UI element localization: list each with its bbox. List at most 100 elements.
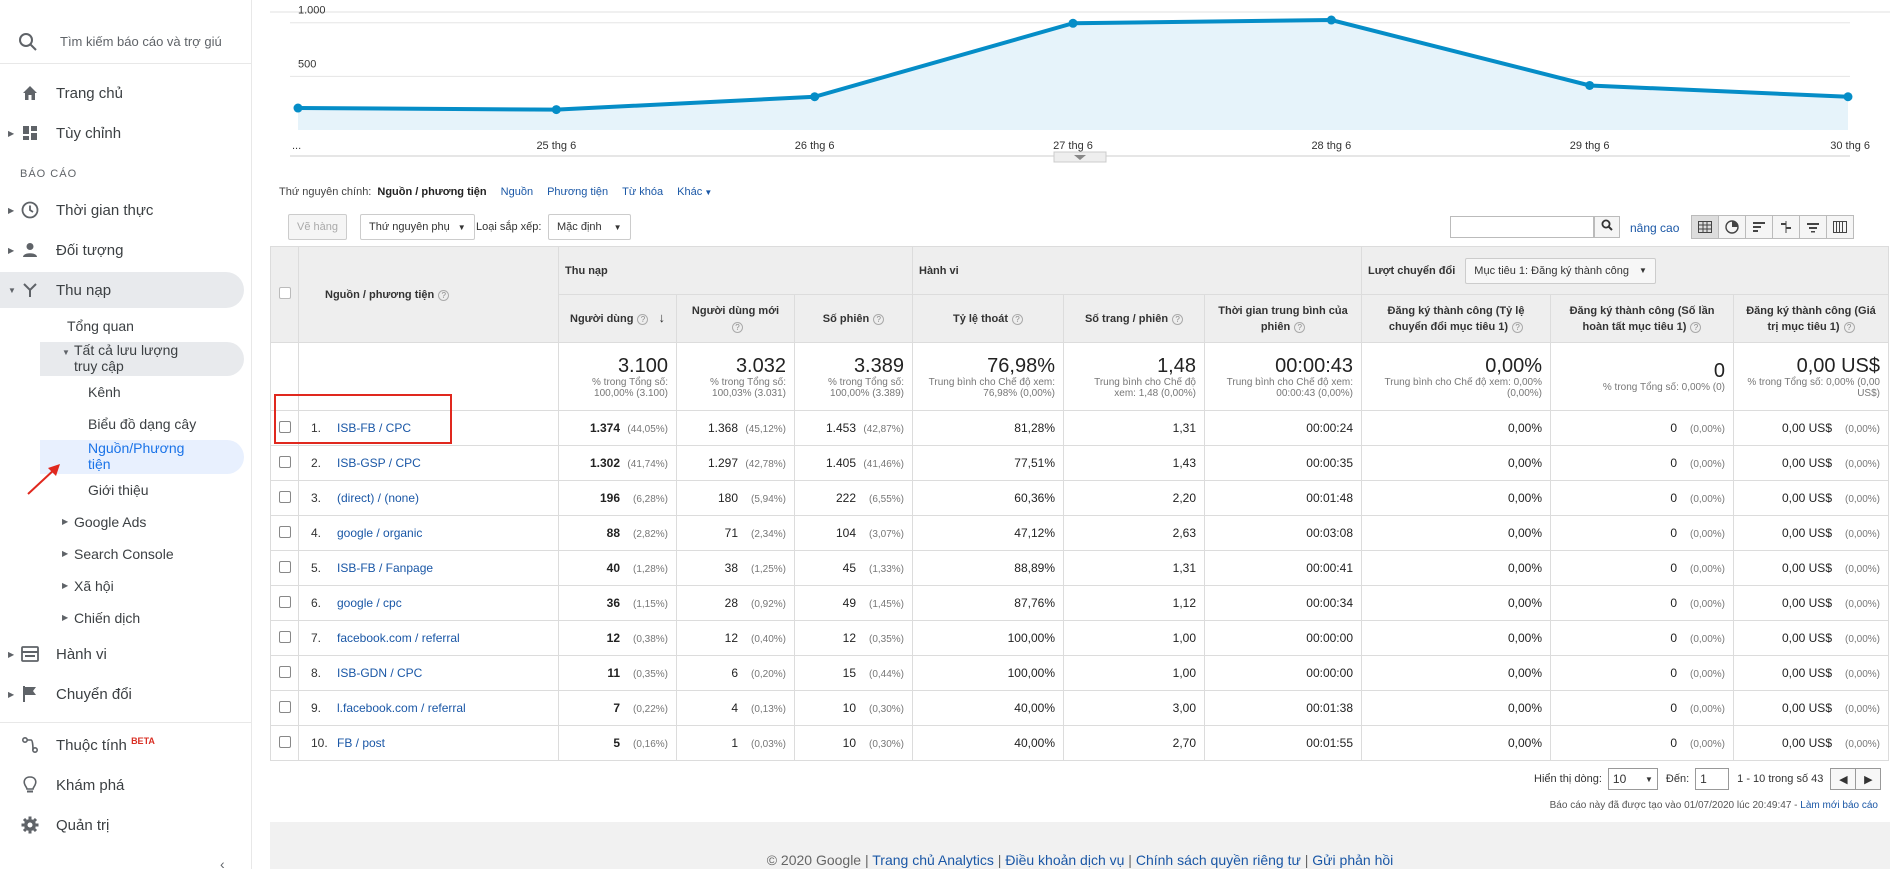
source-medium-link[interactable]: google / organic [337, 526, 422, 540]
nav-campaigns[interactable]: ▶ Chiến dịch [62, 610, 140, 626]
table-view-icon[interactable] [1691, 215, 1719, 239]
pivot-view-icon[interactable] [1826, 215, 1854, 239]
nav-acquisition[interactable]: ▼ Thu nạp [0, 272, 244, 308]
col-pages-per-session[interactable]: Số trang / phiên? [1063, 294, 1205, 343]
dimension-keyword[interactable]: Từ khóa [622, 186, 663, 198]
dimension-header[interactable]: Nguồn / phương tiện? [298, 246, 559, 343]
dimension-source[interactable]: Nguồn [501, 186, 533, 198]
nav-attribution[interactable]: Thuộc tính BETA [0, 727, 244, 763]
term-cloud-view-icon[interactable] [1799, 215, 1827, 239]
chevron-left-icon: ◀ [1839, 773, 1848, 786]
rows-per-page-select[interactable]: 10 ▼ [1607, 768, 1658, 790]
source-medium-link[interactable]: ISB-FB / Fanpage [337, 561, 433, 575]
source-medium-link[interactable]: facebook.com / referral [337, 631, 460, 645]
dimension-cell: 7. facebook.com / referral [298, 620, 559, 656]
chart-point[interactable] [551, 105, 561, 115]
nav-treemaps[interactable]: Biểu đồ dạng cây [88, 416, 196, 432]
nav-customize[interactable]: ▶ Tùy chỉnh [0, 115, 244, 151]
footer-terms[interactable]: Điều khoản dịch vụ [1005, 852, 1124, 868]
row-checkbox[interactable] [278, 455, 291, 468]
row-checkbox[interactable] [278, 735, 291, 748]
select-all-checkbox[interactable] [278, 287, 291, 299]
chart-point[interactable] [1585, 80, 1595, 90]
nav-behavior[interactable]: ▶ Hành vi [0, 636, 244, 672]
nav-discover[interactable]: Khám phá [0, 767, 244, 803]
nav-home[interactable]: Trang chủ [0, 75, 244, 111]
chart-point[interactable] [810, 92, 820, 102]
view-switcher [1691, 215, 1854, 239]
report-search[interactable]: Tìm kiếm báo cáo và trợ giú [0, 20, 252, 64]
source-medium-link[interactable]: google / cpc [337, 596, 402, 610]
footer-feedback[interactable]: Gửi phản hồi [1312, 852, 1393, 868]
nav-admin[interactable]: Quản trị [0, 807, 244, 843]
refresh-report-link[interactable]: Làm mới báo cáo [1800, 800, 1878, 811]
source-medium-link[interactable]: FB / post [337, 736, 385, 750]
chart-point[interactable] [1326, 15, 1336, 25]
new-users-cell: 1 (0,03%) [676, 725, 795, 761]
nav-channels[interactable]: Kênh [88, 384, 121, 400]
footer-privacy[interactable]: Chính sách quyền riêng tư [1136, 852, 1301, 868]
comparison-view-icon[interactable] [1772, 215, 1800, 239]
row-checkbox[interactable] [278, 525, 291, 538]
table-row: 6. google / cpc 36 (1,15%) 28 (0,92%) 49 (1,… [270, 585, 1889, 621]
pie-view-icon[interactable] [1718, 215, 1746, 239]
source-medium-link[interactable]: l.facebook.com / referral [337, 701, 466, 715]
row-checkbox[interactable] [278, 490, 291, 503]
nav-social[interactable]: ▶ Xã hội [62, 578, 114, 594]
nav-realtime[interactable]: ▶ Thời gian thực [0, 192, 244, 228]
sessions-cell: 1.405 (41,46%) [794, 445, 913, 481]
pagination: Hiển thị dòng: 10 ▼ Đến: 1 1 - 10 trong s… [1534, 768, 1882, 790]
col-goal-conversion-rate[interactable]: Đăng ký thành công (Tỷ lệ chuyển đổi mục… [1361, 294, 1551, 343]
search-icon [1601, 218, 1613, 236]
nav-search-console[interactable]: ▶ Search Console [62, 546, 174, 562]
sort-type-select[interactable]: Mặc định ▼ [548, 214, 631, 240]
col-avg-session-duration[interactable]: Thời gian trung bình của phiên? [1204, 294, 1362, 343]
footer-analytics-home[interactable]: Trang chủ Analytics [872, 852, 994, 868]
prev-page-button[interactable]: ◀ [1830, 768, 1857, 790]
nav-all-traffic[interactable]: ▼ Tất cả lưu lượng truy cập [62, 342, 178, 374]
col-new-users[interactable]: Người dùng mới? [676, 294, 795, 343]
secondary-dimension-button[interactable]: Thứ nguyên phụ ▼ [360, 214, 475, 240]
goal-value-cell: 0,00 US$ (0,00%) [1733, 690, 1889, 726]
nav-source-medium[interactable]: Nguồn/Phương tiện [88, 440, 184, 472]
goal-select[interactable]: Mục tiêu 1: Đăng ký thành công ▼ [1465, 257, 1656, 284]
dimension-other[interactable]: Khác ▼ [677, 186, 712, 198]
row-checkbox[interactable] [278, 630, 291, 643]
chevron-right-icon: ▶ [1864, 773, 1873, 786]
table-row: 1. ISB-FB / CPC 1.374 (44,05%) 1.368 (45,12… [270, 410, 1889, 446]
dimension-medium[interactable]: Phương tiện [547, 186, 608, 198]
chart-point[interactable] [293, 103, 303, 113]
completions-cell: 0 (0,00%) [1550, 480, 1734, 516]
row-checkbox[interactable] [278, 595, 291, 608]
table-search-button[interactable] [1594, 216, 1620, 238]
row-checkbox[interactable] [278, 560, 291, 573]
primary-dimension-label: Thứ nguyên chính: [279, 186, 372, 198]
plot-rows-button[interactable]: Vẽ hàng [288, 214, 347, 240]
chart-point[interactable] [1843, 92, 1853, 102]
source-medium-link[interactable]: ISB-GSP / CPC [337, 456, 421, 470]
help-icon: ? [1172, 313, 1184, 325]
row-checkbox[interactable] [278, 700, 291, 713]
col-sessions[interactable]: Số phiên? [794, 294, 913, 343]
col-goal-completions[interactable]: Đăng ký thành công (Số lần hoàn tất mục … [1550, 294, 1734, 343]
collapse-sidebar-icon[interactable]: ‹ [220, 856, 225, 869]
next-page-button[interactable]: ▶ [1855, 768, 1882, 790]
nav-referrals[interactable]: Giới thiệu [88, 482, 149, 498]
col-bounce-rate[interactable]: Tỷ lệ thoát? [912, 294, 1064, 343]
nav-audience[interactable]: ▶ Đối tượng [0, 232, 244, 268]
chart-point[interactable] [1068, 18, 1078, 28]
nav-overview[interactable]: Tổng quan [67, 318, 134, 334]
advanced-filter-link[interactable]: nâng cao [1630, 221, 1679, 235]
sessions-cell: 49 (1,45%) [794, 585, 913, 621]
row-checkbox[interactable] [278, 665, 291, 678]
col-goal-value[interactable]: Đăng ký thành công (Giá trị mục tiêu 1)? [1733, 294, 1889, 343]
nav-google-ads[interactable]: ▶ Google Ads [62, 514, 146, 530]
nav-conversions[interactable]: ▶ Chuyển đổi [0, 676, 244, 712]
source-medium-link[interactable]: (direct) / (none) [337, 491, 419, 505]
performance-view-icon[interactable] [1745, 215, 1773, 239]
source-medium-link[interactable]: ISB-GDN / CPC [337, 666, 422, 680]
search-placeholder: Tìm kiếm báo cáo và trợ giú [60, 34, 222, 49]
col-users[interactable]: Người dùng? ↓ [558, 294, 677, 343]
table-filter-input[interactable] [1450, 216, 1594, 238]
goto-page-input[interactable]: 1 [1695, 768, 1730, 790]
